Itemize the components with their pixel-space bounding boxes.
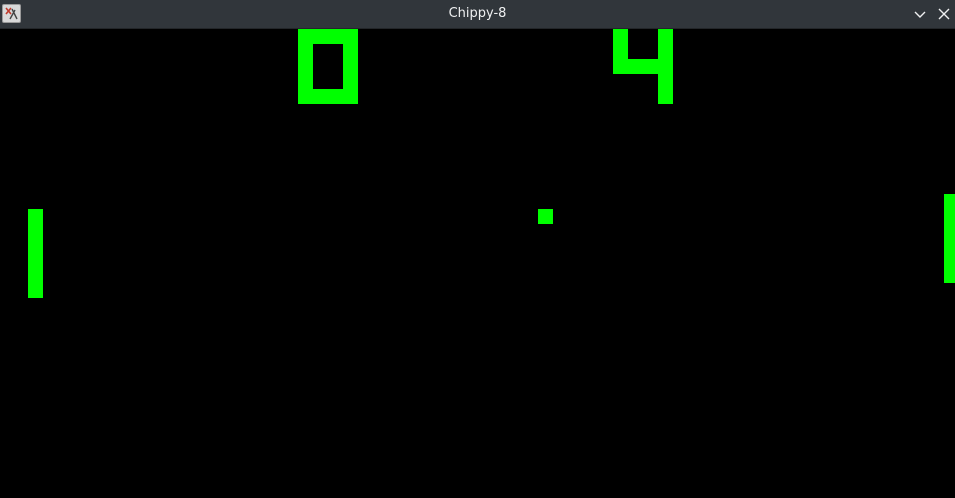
digit-pixel <box>613 44 628 59</box>
digit-pixel <box>328 29 343 44</box>
close-button[interactable] <box>935 5 953 23</box>
score-left <box>298 29 358 104</box>
digit-pixel <box>313 89 328 104</box>
digit-pixel <box>298 89 313 104</box>
window-title: Chippy-8 <box>448 6 507 21</box>
digit-pixel <box>658 44 673 59</box>
digit-pixel <box>658 59 673 74</box>
right-paddle <box>944 194 955 283</box>
digit-pixel <box>298 29 313 44</box>
digit-pixel <box>613 59 628 74</box>
digit-pixel <box>643 59 658 74</box>
digit-pixel <box>298 74 313 89</box>
score-right <box>613 29 673 104</box>
digit-pixel <box>298 59 313 74</box>
minimize-button[interactable] <box>911 5 929 23</box>
digit-pixel <box>298 44 313 59</box>
ball <box>538 209 553 224</box>
chevron-down-icon <box>914 11 926 18</box>
digit-pixel <box>343 59 358 74</box>
title-bar[interactable]: Chippy-8 <box>0 0 955 29</box>
game-screen <box>0 29 955 498</box>
digit-pixel <box>343 29 358 44</box>
digit-pixel <box>613 29 628 44</box>
digit-pixel <box>313 29 328 44</box>
digit-pixel <box>658 89 673 104</box>
digit-pixel <box>328 89 343 104</box>
digit-pixel <box>658 74 673 89</box>
left-paddle <box>28 209 43 298</box>
digit-pixel <box>658 29 673 44</box>
digit-pixel <box>343 89 358 104</box>
digit-pixel <box>343 74 358 89</box>
digit-pixel <box>628 59 643 74</box>
digit-pixel <box>343 44 358 59</box>
app-window: Chippy-8 <box>0 0 955 498</box>
close-icon <box>938 8 950 20</box>
